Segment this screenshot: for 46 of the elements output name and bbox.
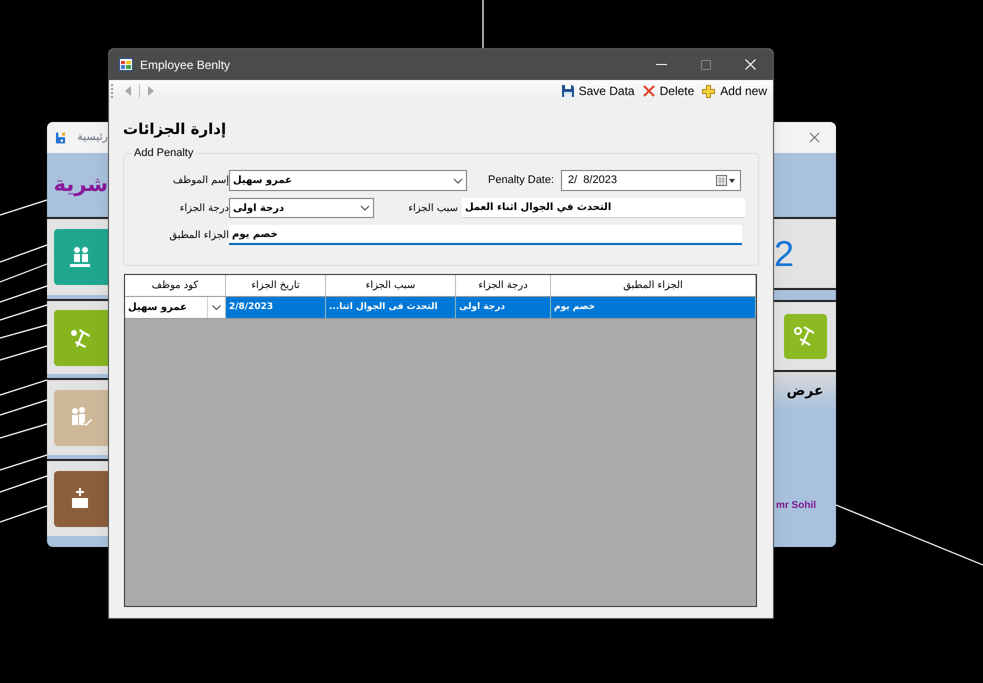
window-title: رئيسية bbox=[77, 129, 108, 146]
field-label: إسم الموظف bbox=[172, 174, 229, 188]
column-header[interactable]: درجة الجزاء bbox=[456, 275, 551, 296]
table-cell: التحدث فى الجوال اثنا... bbox=[326, 297, 456, 318]
user-name: mr Sohil bbox=[776, 500, 816, 511]
field-label: درجة الجزاء bbox=[178, 202, 229, 216]
chevron-down-icon bbox=[360, 205, 370, 211]
column-header[interactable]: الجزاء المطبق bbox=[551, 275, 756, 296]
tile-caption: عرض bbox=[786, 382, 824, 400]
close-icon[interactable] bbox=[809, 132, 820, 143]
save-icon bbox=[562, 85, 574, 97]
field-label: الجزاء المطبق bbox=[168, 228, 229, 242]
field-label: سبب الجزاء bbox=[407, 202, 458, 216]
chevron-down-icon bbox=[212, 305, 221, 310]
save-button[interactable]: Save Data bbox=[562, 82, 635, 100]
page-heading: شرية bbox=[54, 171, 108, 198]
add-button[interactable]: Add new bbox=[702, 82, 767, 100]
calendar-icon bbox=[716, 175, 736, 186]
app-icon bbox=[119, 58, 133, 71]
chevron-down-icon bbox=[453, 178, 463, 184]
delete-icon bbox=[642, 85, 655, 97]
window-title: Employee Benlty bbox=[140, 56, 230, 74]
page-heading: إدارة الجزائات bbox=[123, 120, 226, 138]
beach-chair-icon[interactable] bbox=[54, 310, 108, 366]
date-picker[interactable]: 2/ 8/2023 bbox=[561, 170, 741, 191]
column-header[interactable]: سبب الجزاء bbox=[326, 275, 456, 296]
app-logo-icon bbox=[56, 130, 66, 144]
beach-chair-icon[interactable] bbox=[784, 314, 826, 358]
column-header[interactable]: كود موظف bbox=[125, 275, 226, 296]
group-title: Add Penalty bbox=[132, 146, 196, 160]
wallet-icon[interactable] bbox=[54, 470, 108, 526]
table-cell: خصم يوم bbox=[551, 297, 756, 318]
employee-cell-dropdown[interactable]: عمرو سهيل bbox=[125, 297, 226, 318]
maximize-icon bbox=[701, 60, 711, 70]
column-header[interactable]: تاريخ الجزاء bbox=[226, 275, 326, 296]
group-check-icon[interactable] bbox=[54, 390, 108, 446]
field-label: Penalty Date: bbox=[488, 173, 556, 188]
delete-button[interactable]: Delete bbox=[642, 82, 694, 100]
reason-input-field[interactable]: التحدث في الجوال اثناء العمل bbox=[462, 198, 745, 218]
people-icon[interactable] bbox=[54, 229, 108, 285]
stat-number: 2 bbox=[774, 236, 794, 272]
add-icon bbox=[702, 84, 716, 98]
table-cell: درجة اولى bbox=[456, 297, 551, 318]
applied-penalty-input-field[interactable]: خصم يوم bbox=[229, 225, 742, 245]
degree-dropdown[interactable]: درجة اولى bbox=[229, 198, 374, 218]
employee-dropdown[interactable]: عمرو سهيل bbox=[229, 170, 467, 191]
